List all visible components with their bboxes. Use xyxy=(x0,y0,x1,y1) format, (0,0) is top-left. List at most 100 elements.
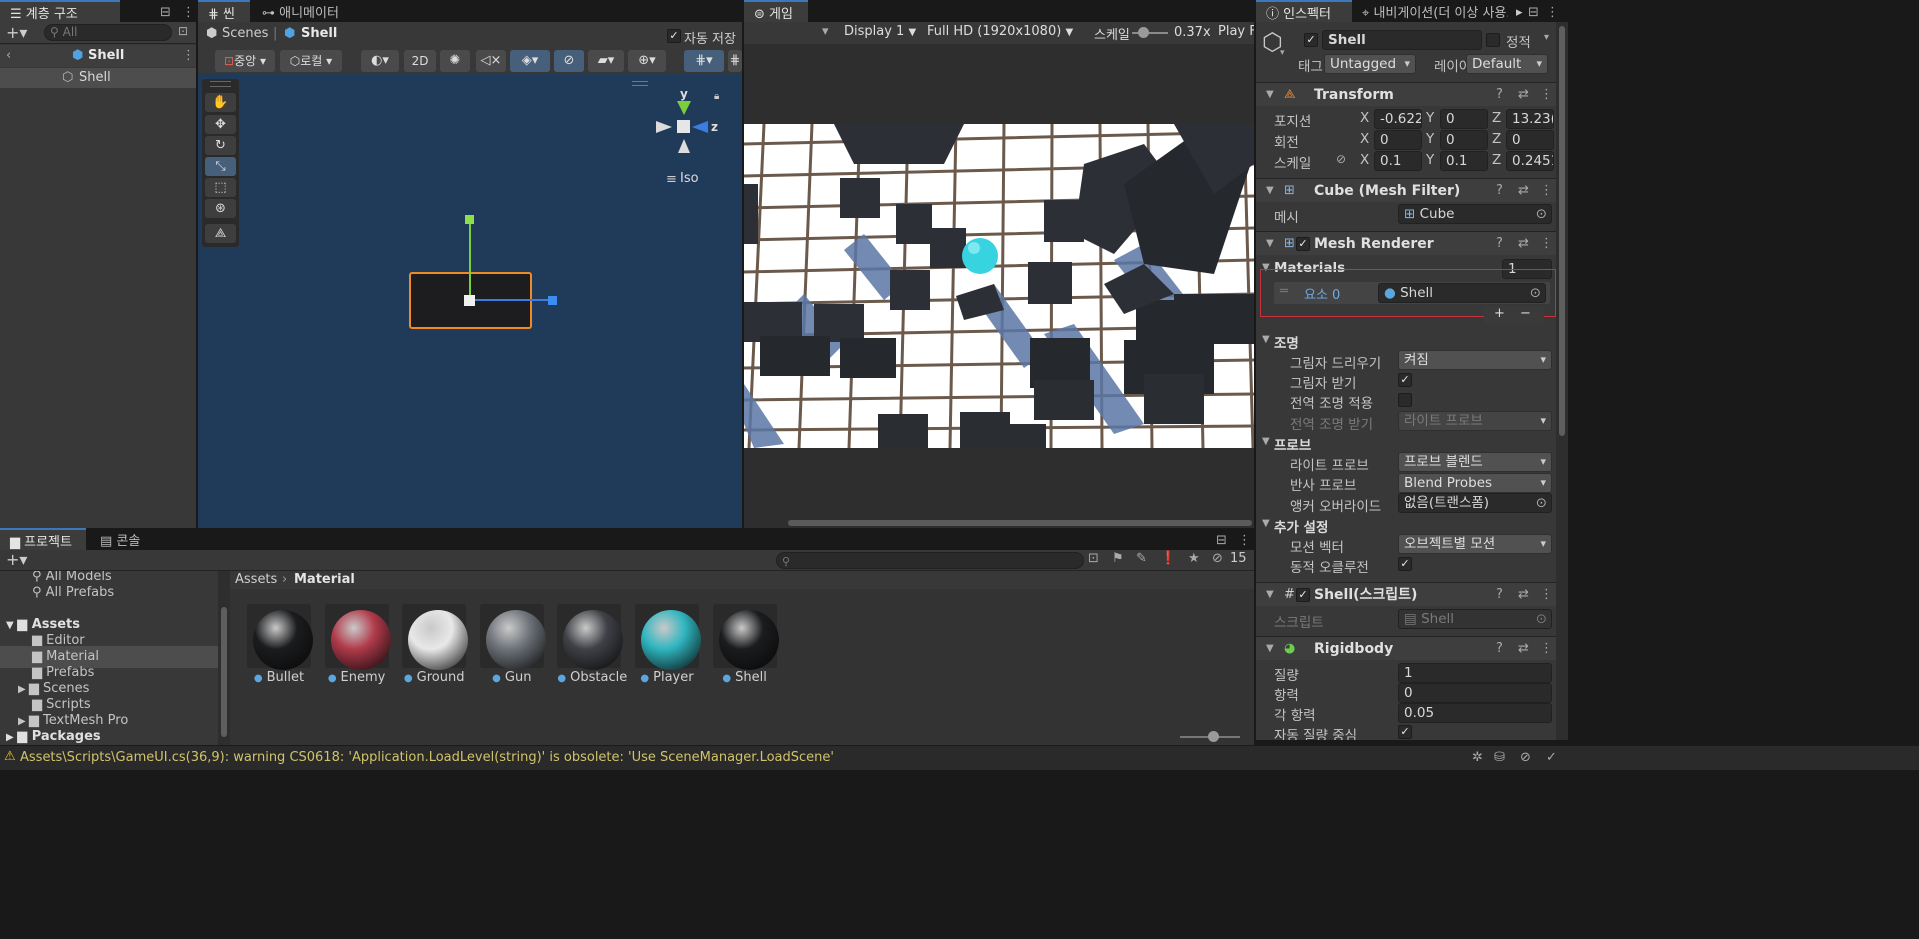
check-status-icon[interactable]: ✓ xyxy=(1546,750,1557,765)
create-icon[interactable]: +▾ xyxy=(6,550,27,569)
move-tool[interactable]: ✥ xyxy=(205,115,236,134)
component-menu-icon[interactable]: ⋮ xyxy=(1540,637,1553,661)
material-thumbnail[interactable] xyxy=(402,604,469,670)
scene-viewport[interactable]: ✋ ✥ ↻ ⤡ ⬚ ⊛ ⟁ y z 🔒︎ ≡ Iso xyxy=(198,73,742,528)
collapse-arrow-icon[interactable]: ▼ xyxy=(1266,583,1274,607)
motion-vectors-dropdown[interactable]: 오브젝트별 모션 xyxy=(1398,534,1552,554)
hierarchy-item-shell[interactable]: ⬡ Shell xyxy=(0,68,196,88)
lock-icon[interactable]: ⊟ xyxy=(1216,533,1227,548)
gizmo-center-cube[interactable] xyxy=(677,120,690,133)
material-asset[interactable]: Obstacle xyxy=(557,604,627,685)
custom-tool[interactable]: ⟁ xyxy=(205,224,236,243)
project-tree-scrollbar[interactable] xyxy=(218,571,230,745)
preset-icon[interactable]: ⇄ xyxy=(1518,83,1529,107)
scene-breadcrumb-root[interactable]: Scenes xyxy=(222,26,268,41)
object-picker-icon[interactable]: ⊙ xyxy=(1536,205,1547,223)
object-picker-icon[interactable]: ⊙ xyxy=(1530,284,1541,302)
breadcrumb-assets[interactable]: Assets xyxy=(235,571,277,589)
probes-foldout-icon[interactable]: ▼ xyxy=(1262,436,1270,447)
mesh-filter-header[interactable]: ▼ ⊞ Cube (Mesh Filter) ? ⇄ ⋮ xyxy=(1256,178,1556,202)
scale-slider-thumb[interactable] xyxy=(1138,27,1149,38)
autosave-checkbox[interactable]: ✓ xyxy=(667,29,681,43)
tag-dropdown[interactable]: Untagged xyxy=(1324,54,1416,74)
dynamic-occlusion-checkbox[interactable]: ✓ xyxy=(1398,557,1412,571)
hierarchy-scene-row[interactable]: ‹ ⬢ Shell ⋮ xyxy=(0,45,196,67)
cache-server-icon[interactable]: ⛁ xyxy=(1494,750,1505,765)
help-icon[interactable]: ? xyxy=(1496,637,1503,661)
rotate-tool[interactable]: ↻ xyxy=(205,136,236,155)
tab-overflow-icon[interactable]: ▸ xyxy=(1516,5,1523,20)
position-y-field[interactable]: 0 xyxy=(1440,109,1488,129)
anchor-override-field[interactable]: 없음(트랜스폼) ⊙ xyxy=(1398,493,1552,513)
mesh-renderer-enabled-checkbox[interactable]: ✓ xyxy=(1296,237,1310,251)
search-filter-icon[interactable]: ⊡ xyxy=(178,24,188,38)
component-menu-icon[interactable]: ⋮ xyxy=(1540,583,1553,607)
tag-filter-icon[interactable]: ✎ xyxy=(1136,551,1147,566)
gizmo-z-handle[interactable] xyxy=(548,296,557,305)
preset-icon[interactable]: ⇄ xyxy=(1518,583,1529,607)
game-horizontal-scrollbar[interactable] xyxy=(788,520,1252,526)
static-dropdown-icon[interactable]: ▾ xyxy=(1544,32,1549,43)
shading-mode-button[interactable]: ◐▾ xyxy=(361,50,399,72)
tree-item-all-prefabs[interactable]: ⚲ All Prefabs xyxy=(0,582,218,604)
help-icon[interactable]: ? xyxy=(1496,583,1503,607)
material-asset[interactable]: Enemy xyxy=(324,604,391,685)
scrollbar-thumb[interactable] xyxy=(1559,26,1565,436)
mesh-object-field[interactable]: ⊞ Cube ⊙ xyxy=(1398,204,1552,224)
static-checkbox[interactable] xyxy=(1486,33,1500,47)
iso-menu-icon[interactable]: ≡ xyxy=(666,172,677,187)
drag-field[interactable]: 0 xyxy=(1398,683,1552,703)
game-view-dropdown-icon[interactable]: ▾ xyxy=(822,24,829,39)
angular-drag-field[interactable]: 0.05 xyxy=(1398,703,1552,723)
game-viewport[interactable] xyxy=(744,44,1254,528)
script-header[interactable]: ▼ # ✓ Shell(스크립트) ? ⇄ ⋮ xyxy=(1256,582,1556,606)
material-asset[interactable]: Player xyxy=(635,604,701,685)
add-element-icon[interactable]: + xyxy=(1494,306,1505,321)
preset-icon[interactable]: ⇄ xyxy=(1518,637,1529,661)
additional-settings-foldout-icon[interactable]: ▼ xyxy=(1262,518,1270,529)
mesh-renderer-header[interactable]: ▼ ⊞ ✓ Mesh Renderer ? ⇄ ⋮ xyxy=(1256,231,1556,255)
component-menu-icon[interactable]: ⋮ xyxy=(1540,83,1553,107)
breadcrumb-material[interactable]: Material xyxy=(294,571,355,589)
space-dropdown[interactable]: ⬡로컬 ▾ xyxy=(280,50,342,72)
mass-field[interactable]: 1 xyxy=(1398,663,1552,683)
camera-dropdown[interactable]: ▰▾ xyxy=(588,50,624,72)
status-warning-message[interactable]: Assets\Scripts\GameUI.cs(36,9): warning … xyxy=(20,750,834,765)
help-icon[interactable]: ? xyxy=(1496,179,1503,203)
progress-icon[interactable]: ⊘ xyxy=(1520,750,1531,765)
hidden-packages-icon[interactable]: ⊘ xyxy=(1212,551,1223,566)
row-menu-icon[interactable]: ⋮ xyxy=(182,45,195,67)
material-asset[interactable]: Bullet xyxy=(247,604,313,685)
material-thumbnail[interactable] xyxy=(712,604,779,670)
scene-gizmo[interactable]: y z xyxy=(652,87,722,157)
more-menu-icon[interactable]: ⋮ xyxy=(182,5,195,20)
position-x-field[interactable]: -0.622 xyxy=(1374,109,1422,129)
scrollbar-thumb[interactable] xyxy=(221,607,227,737)
object-picker-icon[interactable]: ⊙ xyxy=(1536,494,1547,512)
gizmo-lock-icon[interactable]: 🔒︎ xyxy=(714,91,719,102)
material-object-field[interactable]: ● Shell ⊙ xyxy=(1378,283,1546,303)
expand-arrow-icon[interactable]: ▶ xyxy=(6,732,17,743)
collapse-arrow-icon[interactable]: ▼ xyxy=(1266,232,1274,256)
remove-element-icon[interactable]: − xyxy=(1520,306,1531,321)
overflow-tools[interactable]: ⋕ xyxy=(728,50,742,72)
more-menu-icon[interactable]: ⋮ xyxy=(1238,533,1251,548)
visibility-toggle[interactable]: ⊘ xyxy=(554,50,584,72)
search-by-label-icon[interactable]: ⚑ xyxy=(1112,551,1124,566)
collapse-arrow-icon[interactable]: ▼ xyxy=(1266,637,1274,661)
toggle-2d-button[interactable]: 2D xyxy=(404,50,436,72)
component-menu-icon[interactable]: ⋮ xyxy=(1540,179,1553,203)
gizmos-dropdown[interactable]: ⊕▾ xyxy=(628,50,666,72)
material-element-row[interactable]: ═ 요소 0 ● Shell ⊙ xyxy=(1274,282,1550,304)
collapse-arrow-icon[interactable]: ▼ xyxy=(1266,83,1274,107)
search-by-type-icon[interactable]: ⊡ xyxy=(1088,551,1099,566)
collapse-arrow-icon[interactable]: ▼ xyxy=(1266,179,1274,203)
layer-dropdown[interactable]: Default xyxy=(1466,54,1548,74)
gizmo-center-handle[interactable] xyxy=(464,295,475,306)
contribute-gi-checkbox[interactable] xyxy=(1398,393,1412,407)
rotation-z-field[interactable]: 0 xyxy=(1506,130,1554,150)
hierarchy-search-input[interactable]: ⚲ All xyxy=(44,24,172,41)
more-menu-icon[interactable]: ⋮ xyxy=(1546,5,1559,20)
scale-y-field[interactable]: 0.1 xyxy=(1440,151,1488,171)
material-thumbnail[interactable] xyxy=(479,604,546,670)
